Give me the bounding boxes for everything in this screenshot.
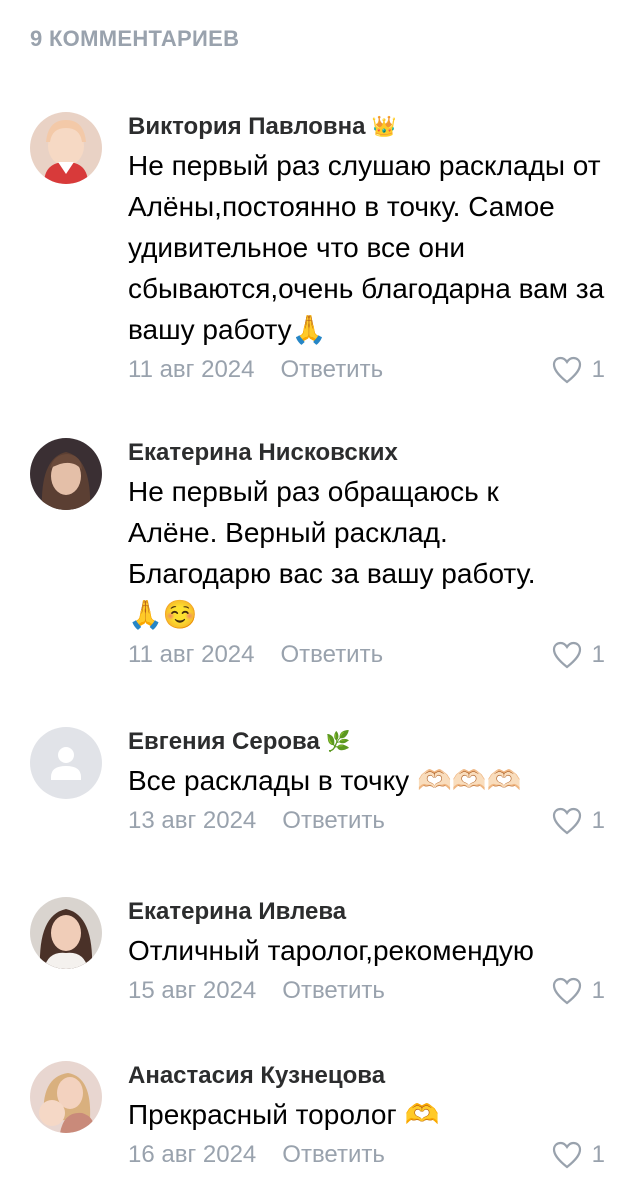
comment-date: 13 авг 2024 [128,807,257,834]
comment-author[interactable]: Екатерина Ивлева [128,897,605,927]
comment-text: Не первый раз обращаюсь к Алёне. Верный … [128,476,536,630]
reply-button[interactable]: Ответить [282,807,385,835]
like-count: 1 [591,977,605,1004]
comment-text: Прекрасный торолог 🫶 [128,1099,440,1130]
avatar[interactable] [30,727,102,799]
comment-author[interactable]: Евгения Серова 🌿 [128,727,605,757]
avatar[interactable] [30,438,102,510]
avatar-placeholder-icon [30,727,102,799]
author-name: Виктория Павловна [128,113,366,140]
avatar-photo-icon [30,1061,102,1133]
comment-author[interactable]: Виктория Павловна 👑 [128,112,605,142]
avatar[interactable] [30,1061,102,1133]
comment-date: 16 авг 2024 [128,1141,257,1168]
crown-icon: 👑 [371,116,397,138]
like-count: 1 [591,807,605,834]
comment-meta: 13 авг 2024 Ответить 1 [128,801,605,841]
comment-meta: 16 авг 2024 Ответить 1 [128,1135,605,1175]
author-name: Екатерина Нисковских [128,439,398,466]
comment-text: Не первый раз слушаю расклады от Алёны,п… [128,150,605,345]
comment-author[interactable]: Екатерина Нисковских [128,438,605,468]
reply-button[interactable]: Ответить [281,356,384,384]
comment-author[interactable]: Анастасия Кузнецова [128,1061,605,1091]
comment-date: 11 авг 2024 [128,641,255,668]
reply-button[interactable]: Ответить [281,641,384,669]
avatar[interactable] [30,897,102,969]
comment-text: Все расклады в точку 🫶🏻🫶🏻🫶🏻 [128,765,522,796]
like-count: 1 [591,1141,605,1168]
author-name: Екатерина Ивлева [128,898,347,925]
comment-date: 11 авг 2024 [128,356,255,383]
like-button[interactable]: 1 [552,1141,605,1169]
heart-icon [552,641,581,669]
like-count: 1 [591,356,605,383]
avatar-photo-icon [30,897,102,969]
leaf-icon: 🌿 [325,731,351,753]
avatar-photo-icon [30,438,102,510]
heart-icon [552,807,581,835]
avatar-photo-icon [30,112,102,184]
author-name: Анастасия Кузнецова [128,1062,386,1089]
comment-meta: 15 авг 2024 Ответить 1 [128,971,605,1011]
like-button[interactable]: 1 [552,641,605,669]
author-name: Евгения Серова [128,728,320,755]
comment-meta: 11 авг 2024 Ответить 1 [128,635,605,675]
comment-meta: 11 авг 2024 Ответить 1 [128,350,605,390]
like-button[interactable]: 1 [552,356,605,384]
comment-date: 15 авг 2024 [128,977,257,1004]
reply-button[interactable]: Ответить [282,1141,385,1169]
heart-icon [552,977,581,1005]
like-count: 1 [591,641,605,668]
reply-button[interactable]: Ответить [282,977,385,1005]
like-button[interactable]: 1 [552,807,605,835]
like-button[interactable]: 1 [552,977,605,1005]
comments-count-header: 9 КОММЕНТАРИЕВ [30,26,240,51]
avatar[interactable] [30,112,102,184]
comment-text: Отличный таролог,рекомендую [128,935,534,966]
heart-icon [552,1141,581,1169]
heart-icon [552,356,581,384]
